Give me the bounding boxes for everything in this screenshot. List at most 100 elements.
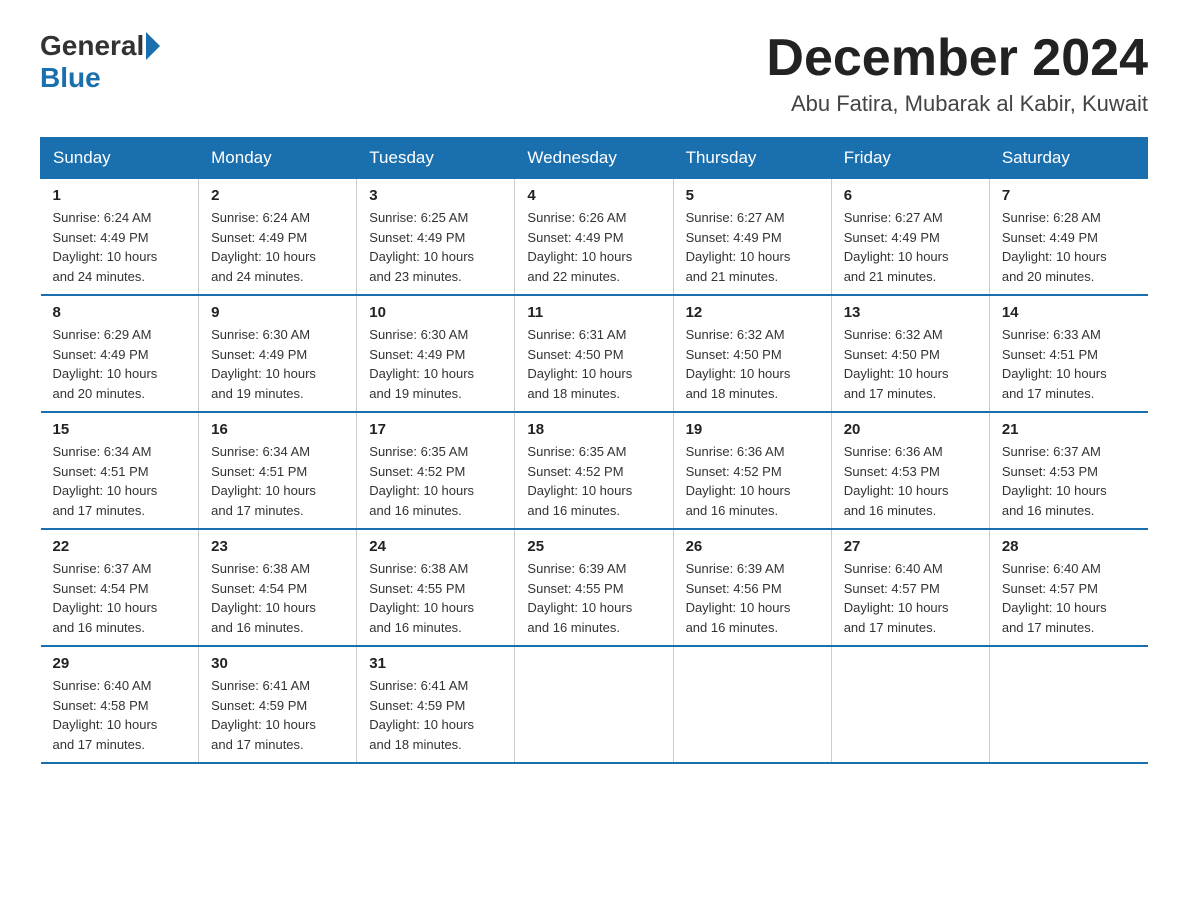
day-info: Sunrise: 6:32 AMSunset: 4:50 PMDaylight:…: [844, 325, 977, 403]
logo-blue-text: Blue: [40, 62, 101, 94]
week-row-4: 22 Sunrise: 6:37 AMSunset: 4:54 PMDaylig…: [41, 529, 1148, 646]
calendar-body: 1 Sunrise: 6:24 AMSunset: 4:49 PMDayligh…: [41, 179, 1148, 764]
header-wednesday: Wednesday: [515, 138, 673, 179]
header-saturday: Saturday: [989, 138, 1147, 179]
day-cell: 20 Sunrise: 6:36 AMSunset: 4:53 PMDaylig…: [831, 412, 989, 529]
day-number: 6: [844, 187, 977, 204]
day-cell: 13 Sunrise: 6:32 AMSunset: 4:50 PMDaylig…: [831, 295, 989, 412]
day-info: Sunrise: 6:29 AMSunset: 4:49 PMDaylight:…: [53, 325, 187, 403]
day-info: Sunrise: 6:35 AMSunset: 4:52 PMDaylight:…: [369, 442, 502, 520]
day-cell: 12 Sunrise: 6:32 AMSunset: 4:50 PMDaylig…: [673, 295, 831, 412]
day-cell: 10 Sunrise: 6:30 AMSunset: 4:49 PMDaylig…: [357, 295, 515, 412]
day-number: 19: [686, 421, 819, 438]
day-info: Sunrise: 6:31 AMSunset: 4:50 PMDaylight:…: [527, 325, 660, 403]
day-number: 25: [527, 538, 660, 555]
day-cell: 1 Sunrise: 6:24 AMSunset: 4:49 PMDayligh…: [41, 179, 199, 296]
week-row-5: 29 Sunrise: 6:40 AMSunset: 4:58 PMDaylig…: [41, 646, 1148, 763]
day-cell: 5 Sunrise: 6:27 AMSunset: 4:49 PMDayligh…: [673, 179, 831, 296]
month-title: December 2024: [766, 30, 1148, 87]
day-number: 21: [1002, 421, 1136, 438]
day-number: 7: [1002, 187, 1136, 204]
day-info: Sunrise: 6:24 AMSunset: 4:49 PMDaylight:…: [53, 208, 187, 286]
day-cell: 8 Sunrise: 6:29 AMSunset: 4:49 PMDayligh…: [41, 295, 199, 412]
day-number: 23: [211, 538, 344, 555]
day-number: 26: [686, 538, 819, 555]
header-monday: Monday: [199, 138, 357, 179]
day-number: 22: [53, 538, 187, 555]
day-cell: 11 Sunrise: 6:31 AMSunset: 4:50 PMDaylig…: [515, 295, 673, 412]
day-number: 31: [369, 655, 502, 672]
day-number: 1: [53, 187, 187, 204]
day-cell: 4 Sunrise: 6:26 AMSunset: 4:49 PMDayligh…: [515, 179, 673, 296]
day-cell: [673, 646, 831, 763]
day-number: 20: [844, 421, 977, 438]
day-cell: [831, 646, 989, 763]
day-info: Sunrise: 6:38 AMSunset: 4:55 PMDaylight:…: [369, 559, 502, 637]
day-number: 30: [211, 655, 344, 672]
day-cell: 17 Sunrise: 6:35 AMSunset: 4:52 PMDaylig…: [357, 412, 515, 529]
header-tuesday: Tuesday: [357, 138, 515, 179]
week-row-3: 15 Sunrise: 6:34 AMSunset: 4:51 PMDaylig…: [41, 412, 1148, 529]
day-info: Sunrise: 6:35 AMSunset: 4:52 PMDaylight:…: [527, 442, 660, 520]
day-info: Sunrise: 6:38 AMSunset: 4:54 PMDaylight:…: [211, 559, 344, 637]
day-cell: 2 Sunrise: 6:24 AMSunset: 4:49 PMDayligh…: [199, 179, 357, 296]
day-info: Sunrise: 6:33 AMSunset: 4:51 PMDaylight:…: [1002, 325, 1136, 403]
day-cell: 26 Sunrise: 6:39 AMSunset: 4:56 PMDaylig…: [673, 529, 831, 646]
day-info: Sunrise: 6:27 AMSunset: 4:49 PMDaylight:…: [686, 208, 819, 286]
day-cell: 27 Sunrise: 6:40 AMSunset: 4:57 PMDaylig…: [831, 529, 989, 646]
week-row-1: 1 Sunrise: 6:24 AMSunset: 4:49 PMDayligh…: [41, 179, 1148, 296]
day-cell: 25 Sunrise: 6:39 AMSunset: 4:55 PMDaylig…: [515, 529, 673, 646]
day-info: Sunrise: 6:26 AMSunset: 4:49 PMDaylight:…: [527, 208, 660, 286]
day-number: 5: [686, 187, 819, 204]
day-info: Sunrise: 6:34 AMSunset: 4:51 PMDaylight:…: [211, 442, 344, 520]
day-number: 9: [211, 304, 344, 321]
day-info: Sunrise: 6:30 AMSunset: 4:49 PMDaylight:…: [369, 325, 502, 403]
day-info: Sunrise: 6:34 AMSunset: 4:51 PMDaylight:…: [53, 442, 187, 520]
logo: General Blue: [40, 30, 162, 94]
day-info: Sunrise: 6:32 AMSunset: 4:50 PMDaylight:…: [686, 325, 819, 403]
day-number: 17: [369, 421, 502, 438]
day-info: Sunrise: 6:39 AMSunset: 4:56 PMDaylight:…: [686, 559, 819, 637]
day-info: Sunrise: 6:27 AMSunset: 4:49 PMDaylight:…: [844, 208, 977, 286]
day-cell: 6 Sunrise: 6:27 AMSunset: 4:49 PMDayligh…: [831, 179, 989, 296]
logo-triangle-icon: [146, 32, 160, 60]
day-cell: [989, 646, 1147, 763]
day-info: Sunrise: 6:30 AMSunset: 4:49 PMDaylight:…: [211, 325, 344, 403]
day-info: Sunrise: 6:36 AMSunset: 4:53 PMDaylight:…: [844, 442, 977, 520]
day-cell: 14 Sunrise: 6:33 AMSunset: 4:51 PMDaylig…: [989, 295, 1147, 412]
day-number: 3: [369, 187, 502, 204]
day-number: 12: [686, 304, 819, 321]
day-info: Sunrise: 6:24 AMSunset: 4:49 PMDaylight:…: [211, 208, 344, 286]
day-number: 13: [844, 304, 977, 321]
day-info: Sunrise: 6:37 AMSunset: 4:54 PMDaylight:…: [53, 559, 187, 637]
day-number: 10: [369, 304, 502, 321]
day-cell: 30 Sunrise: 6:41 AMSunset: 4:59 PMDaylig…: [199, 646, 357, 763]
day-info: Sunrise: 6:40 AMSunset: 4:57 PMDaylight:…: [844, 559, 977, 637]
day-info: Sunrise: 6:41 AMSunset: 4:59 PMDaylight:…: [211, 676, 344, 754]
day-number: 29: [53, 655, 187, 672]
day-number: 18: [527, 421, 660, 438]
day-number: 24: [369, 538, 502, 555]
day-cell: 22 Sunrise: 6:37 AMSunset: 4:54 PMDaylig…: [41, 529, 199, 646]
header-friday: Friday: [831, 138, 989, 179]
day-cell: 31 Sunrise: 6:41 AMSunset: 4:59 PMDaylig…: [357, 646, 515, 763]
page-header: General Blue December 2024 Abu Fatira, M…: [40, 30, 1148, 117]
day-cell: 18 Sunrise: 6:35 AMSunset: 4:52 PMDaylig…: [515, 412, 673, 529]
day-number: 2: [211, 187, 344, 204]
day-number: 4: [527, 187, 660, 204]
location-title: Abu Fatira, Mubarak al Kabir, Kuwait: [766, 91, 1148, 117]
day-info: Sunrise: 6:40 AMSunset: 4:58 PMDaylight:…: [53, 676, 187, 754]
calendar-table: SundayMondayTuesdayWednesdayThursdayFrid…: [40, 137, 1148, 764]
header-thursday: Thursday: [673, 138, 831, 179]
day-info: Sunrise: 6:36 AMSunset: 4:52 PMDaylight:…: [686, 442, 819, 520]
day-info: Sunrise: 6:39 AMSunset: 4:55 PMDaylight:…: [527, 559, 660, 637]
day-cell: 21 Sunrise: 6:37 AMSunset: 4:53 PMDaylig…: [989, 412, 1147, 529]
day-info: Sunrise: 6:40 AMSunset: 4:57 PMDaylight:…: [1002, 559, 1136, 637]
day-info: Sunrise: 6:25 AMSunset: 4:49 PMDaylight:…: [369, 208, 502, 286]
day-info: Sunrise: 6:41 AMSunset: 4:59 PMDaylight:…: [369, 676, 502, 754]
day-number: 16: [211, 421, 344, 438]
day-info: Sunrise: 6:28 AMSunset: 4:49 PMDaylight:…: [1002, 208, 1136, 286]
day-number: 15: [53, 421, 187, 438]
header-sunday: Sunday: [41, 138, 199, 179]
header-row: SundayMondayTuesdayWednesdayThursdayFrid…: [41, 138, 1148, 179]
